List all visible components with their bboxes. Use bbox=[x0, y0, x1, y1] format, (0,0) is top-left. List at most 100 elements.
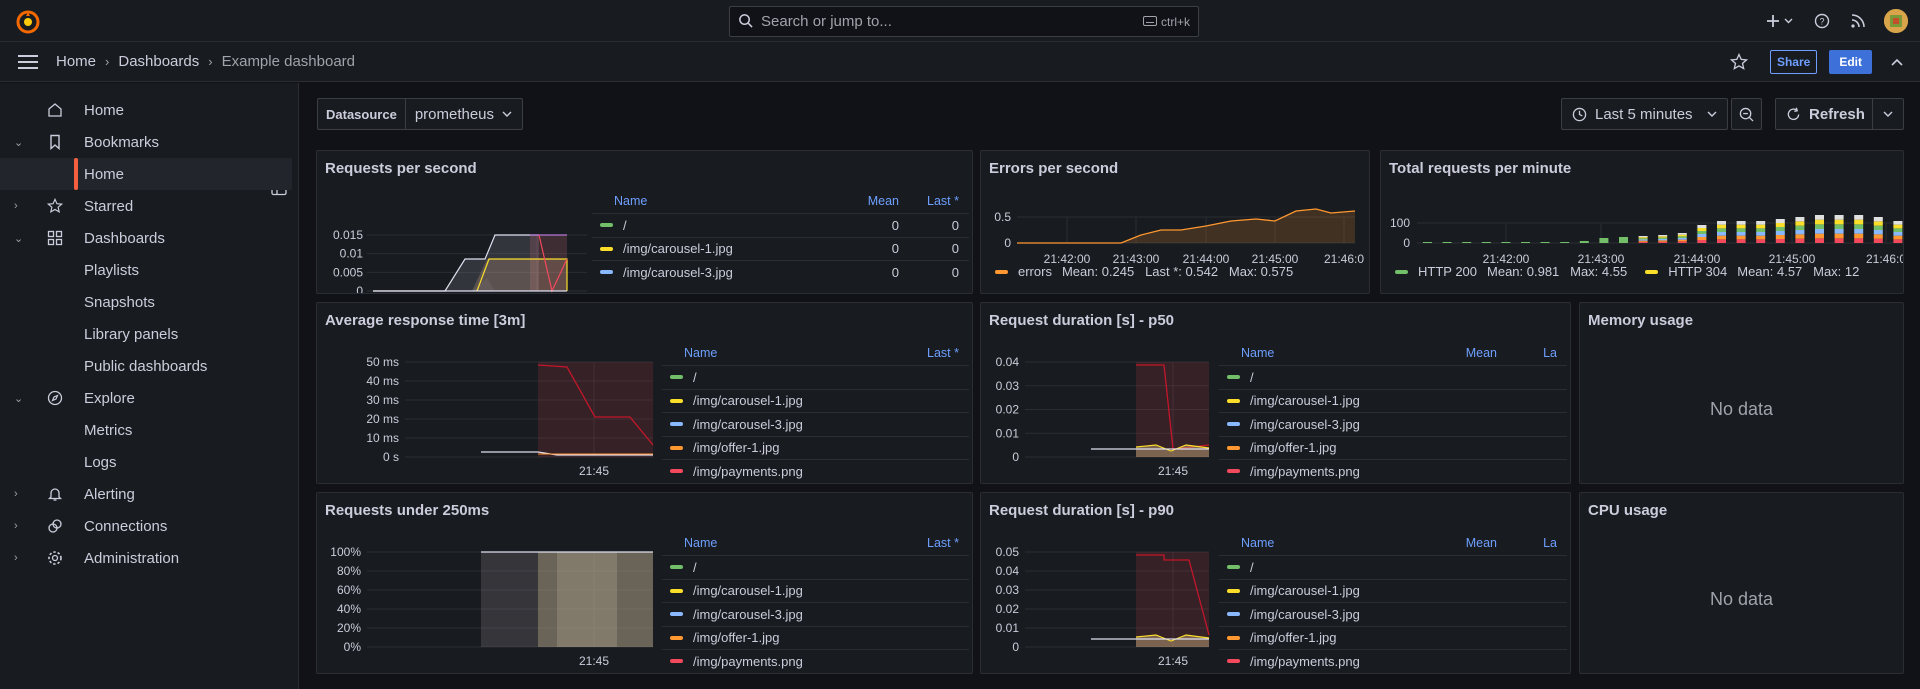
legend-row[interactable]: / bbox=[1219, 555, 1567, 579]
datasource-picker[interactable]: Datasource prometheus bbox=[317, 98, 523, 130]
menu-toggle-icon[interactable] bbox=[18, 55, 38, 72]
add-new-button[interactable] bbox=[1766, 14, 1794, 28]
bar bbox=[1658, 239, 1668, 241]
chevron-right-icon[interactable]: › bbox=[14, 520, 18, 532]
legend-row[interactable]: /img/carousel-1.jpg bbox=[662, 578, 969, 603]
time-range-picker[interactable]: Last 5 minutes bbox=[1561, 98, 1728, 130]
help-icon[interactable]: ? bbox=[1814, 13, 1830, 29]
collapse-chevron-icon[interactable] bbox=[1890, 57, 1904, 67]
legend-col-last[interactable]: Last * bbox=[899, 194, 969, 208]
zoom-out-button[interactable] bbox=[1731, 98, 1762, 130]
legend-col-name[interactable]: Name bbox=[662, 536, 899, 550]
panel-requests-under-250ms[interactable]: Requests under 250ms 100% 80% 60% 40% 20% 0% 2… bbox=[316, 492, 973, 674]
refresh-button[interactable]: Refresh bbox=[1775, 98, 1904, 130]
legend-row[interactable]: /img/offer-1.jpg bbox=[1219, 625, 1567, 650]
breadcrumb-home[interactable]: Home bbox=[56, 53, 96, 70]
search-input[interactable]: Search or jump to... ctrl+k bbox=[729, 6, 1199, 37]
bar bbox=[1795, 225, 1805, 230]
legend-row[interactable]: /img/payments.png bbox=[1219, 649, 1567, 671]
sidebar-item-home[interactable]: Home bbox=[0, 94, 292, 126]
sidebar-item-public-dashboards[interactable]: Public dashboards bbox=[0, 350, 292, 382]
datasource-value[interactable]: prometheus bbox=[406, 106, 502, 123]
chevron-down-icon[interactable]: ⌄ bbox=[14, 392, 23, 405]
series-stats: Mean: 0.981 Max: 4.55 bbox=[1487, 264, 1628, 279]
legend-col-last[interactable]: Last * bbox=[899, 346, 969, 360]
bar bbox=[1873, 221, 1883, 226]
legend-row[interactable]: / 0 0 bbox=[592, 213, 969, 237]
user-avatar[interactable] bbox=[1884, 9, 1908, 33]
legend-row[interactable]: / bbox=[1219, 365, 1567, 389]
legend-col-name[interactable]: Name bbox=[662, 346, 899, 360]
legend-row[interactable]: /img/carousel-1.jpg bbox=[1219, 388, 1567, 413]
sidebar-item-administration[interactable]: › Administration bbox=[0, 542, 292, 574]
legend-row[interactable]: /img/carousel-1.jpg 0 0 bbox=[592, 236, 969, 261]
panel-request-duration-p50[interactable]: Request duration [s] - p50 0.04 0.03 0.02 0… bbox=[980, 302, 1571, 484]
legend-row[interactable]: /img/carousel-1.jpg bbox=[1219, 578, 1567, 603]
chevron-right-icon[interactable]: › bbox=[14, 200, 18, 212]
chevron-down-icon[interactable]: ⌄ bbox=[14, 232, 23, 245]
legend-col-last[interactable]: La bbox=[1497, 536, 1567, 550]
series-name: /img/carousel-1.jpg bbox=[693, 583, 803, 599]
legend-col-name[interactable]: Name bbox=[1219, 346, 1407, 360]
legend-col-name[interactable]: Name bbox=[1219, 536, 1407, 550]
legend-row[interactable]: /img/payments.png bbox=[662, 649, 969, 671]
panel-memory-usage[interactable]: Memory usage No data bbox=[1579, 302, 1904, 484]
sidebar-item-home[interactable]: Home bbox=[0, 158, 292, 190]
legend-col-name[interactable]: Name bbox=[592, 194, 809, 208]
legend-row[interactable]: /img/offer-1.jpg bbox=[662, 435, 969, 460]
refresh-label: Refresh bbox=[1809, 105, 1865, 123]
sidebar-item-metrics[interactable]: Metrics bbox=[0, 414, 292, 446]
sidebar-item-dashboards[interactable]: ⌄ Dashboards bbox=[0, 222, 292, 254]
chevron-right-icon[interactable]: › bbox=[14, 488, 18, 500]
sidebar-item-alerting[interactable]: › Alerting bbox=[0, 478, 292, 510]
panel-cpu-usage[interactable]: CPU usage No data bbox=[1579, 492, 1904, 674]
sidebar-item-snapshots[interactable]: Snapshots bbox=[0, 286, 292, 318]
home-icon bbox=[47, 102, 63, 118]
legend-row[interactable]: /img/offer-1.jpg bbox=[1219, 435, 1567, 460]
sidebar-item-explore[interactable]: ⌄ Explore bbox=[0, 382, 292, 414]
news-feed-icon[interactable] bbox=[1850, 13, 1866, 29]
panel-errors-per-second[interactable]: Errors per second 0.5 0 21:42:00 21:43:00 21… bbox=[980, 150, 1370, 294]
breadcrumb-dashboards[interactable]: Dashboards bbox=[118, 53, 199, 70]
legend-row[interactable]: /img/carousel-3.jpg bbox=[1219, 602, 1567, 626]
bar bbox=[1736, 239, 1746, 243]
share-button[interactable]: Share bbox=[1769, 50, 1818, 74]
sidebar-item-library-panels[interactable]: Library panels bbox=[0, 318, 292, 350]
legend-row[interactable]: /img/payments.png bbox=[1219, 459, 1567, 481]
sidebar-item-playlists[interactable]: Playlists bbox=[0, 254, 292, 286]
refresh-interval-chevron-icon[interactable] bbox=[1872, 99, 1903, 129]
legend-row[interactable]: / bbox=[662, 555, 969, 579]
legend-row[interactable]: /img/carousel-3.jpg bbox=[1219, 412, 1567, 436]
legend-col-last[interactable]: Last * bbox=[899, 536, 969, 550]
legend-row[interactable]: /img/carousel-3.jpg bbox=[662, 412, 969, 436]
sidebar-item-connections[interactable]: › Connections bbox=[0, 510, 292, 542]
legend-col-mean[interactable]: Mean bbox=[809, 194, 899, 208]
panel-request-duration-p90[interactable]: Request duration [s] - p90 0.05 0.04 0.03 0… bbox=[980, 492, 1571, 674]
bar bbox=[1834, 224, 1844, 229]
bar bbox=[1795, 217, 1805, 222]
edit-button[interactable]: Edit bbox=[1829, 50, 1872, 74]
sidebar-item-starred[interactable]: › Starred bbox=[0, 190, 292, 222]
series-stats: Mean: 4.57 Max: 12 bbox=[1737, 264, 1860, 279]
panel-requests-per-second[interactable]: Requests per second 0.0150.010.005021:45… bbox=[316, 150, 973, 294]
sidebar-item-logs[interactable]: Logs bbox=[0, 446, 292, 478]
legend-row[interactable]: /img/carousel-3.jpg 0 0 bbox=[592, 260, 969, 284]
panel-average-response-time[interactable]: Average response time [3m] 50 ms 40 ms 30 … bbox=[316, 302, 973, 484]
legend-col-mean[interactable]: Mean bbox=[1407, 346, 1497, 360]
sidebar-item-bookmarks[interactable]: ⌄ Bookmarks bbox=[0, 126, 292, 158]
bar bbox=[1697, 231, 1707, 234]
chevron-right-icon[interactable]: › bbox=[14, 552, 18, 564]
legend-row[interactable]: /img/carousel-1.jpg bbox=[662, 388, 969, 413]
plug-icon bbox=[47, 518, 63, 534]
legend-row[interactable]: /img/carousel-3.jpg bbox=[662, 602, 969, 626]
legend-row[interactable]: / bbox=[662, 365, 969, 389]
grafana-logo-icon[interactable] bbox=[16, 10, 40, 34]
bar bbox=[1638, 238, 1648, 240]
legend-row[interactable]: /img/offer-1.jpg bbox=[662, 625, 969, 650]
legend-col-mean[interactable]: Mean bbox=[1407, 536, 1497, 550]
legend-row[interactable]: /img/payments.png bbox=[662, 459, 969, 481]
panel-total-requests-per-minute[interactable]: Total requests per minute 100 0 21:42:00 21… bbox=[1380, 150, 1904, 294]
star-icon[interactable] bbox=[1729, 53, 1748, 71]
legend-col-last[interactable]: La bbox=[1497, 346, 1567, 360]
chevron-down-icon[interactable]: ⌄ bbox=[14, 136, 23, 149]
